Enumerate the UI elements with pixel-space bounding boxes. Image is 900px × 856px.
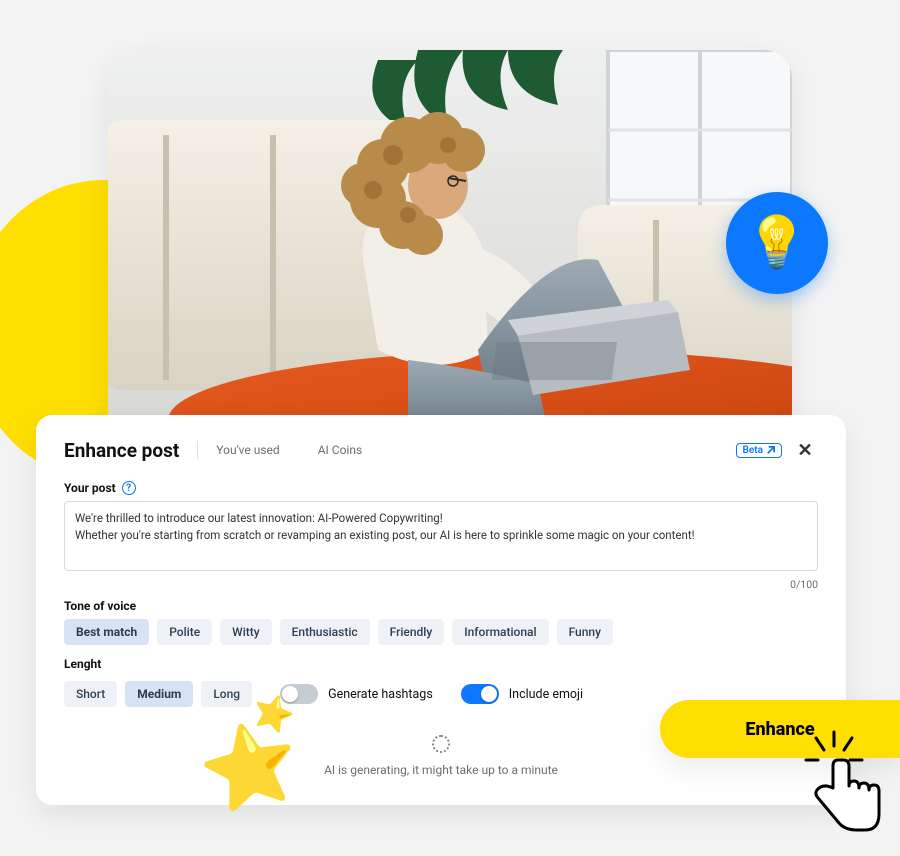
hashtags-label: Generate hashtags (328, 687, 433, 702)
external-link-icon (766, 446, 775, 455)
beta-badge[interactable]: Beta (736, 443, 782, 458)
divider (197, 441, 198, 459)
hashtags-toggle-wrap: Generate hashtags (280, 684, 433, 704)
hashtags-toggle[interactable] (280, 684, 318, 704)
emoji-toggle-wrap: Include emoji (461, 684, 583, 704)
tone-chip-enthusiastic[interactable]: Enthusiastic (280, 619, 370, 645)
enhance-button[interactable]: Enhance (660, 700, 900, 758)
emoji-label: Include emoji (509, 687, 583, 702)
length-chip-short[interactable]: Short (64, 681, 117, 707)
char-counter: 0/100 (64, 578, 818, 591)
idea-badge: 💡 (726, 192, 828, 294)
length-label: Lenght (64, 657, 818, 671)
tone-chip-polite[interactable]: Polite (157, 619, 212, 645)
close-button[interactable]: ✕ (792, 437, 818, 463)
close-icon: ✕ (797, 440, 812, 461)
your-post-label: Your post ? (64, 481, 818, 495)
tone-chip-informational[interactable]: Informational (452, 619, 548, 645)
enhance-label: Enhance (745, 719, 814, 740)
length-chip-long[interactable]: Long (201, 681, 252, 707)
post-textarea[interactable] (64, 501, 818, 571)
tone-label: Tone of voice (64, 599, 818, 613)
length-chip-medium[interactable]: Medium (125, 681, 193, 707)
tone-chip-row: Best match Polite Witty Enthusiastic Friendl… (64, 619, 818, 645)
your-post-section: Your post ? 0/100 (64, 481, 818, 591)
lightbulb-icon: 💡 (746, 214, 808, 272)
tone-chip-witty[interactable]: Witty (220, 619, 272, 645)
tone-chip-friendly[interactable]: Friendly (378, 619, 445, 645)
length-chip-row: Short Medium Long (64, 681, 252, 707)
beta-label: Beta (743, 445, 763, 456)
emoji-toggle[interactable] (461, 684, 499, 704)
spinner-icon (432, 735, 450, 753)
tone-section: Tone of voice Best match Polite Witty Enthu… (64, 599, 818, 645)
hero-image (108, 50, 792, 440)
tone-chip-best-match[interactable]: Best match (64, 619, 149, 645)
usage-label: You've used (216, 443, 279, 457)
coins-label: AI Coins (318, 443, 362, 457)
generating-text: AI is generating, it might take up to a … (324, 763, 558, 777)
info-icon[interactable]: ? (122, 481, 136, 495)
modal-header: Enhance post You've used AI Coins Beta ✕ (64, 437, 818, 463)
modal-title: Enhance post (64, 439, 179, 462)
tone-chip-funny[interactable]: Funny (557, 619, 613, 645)
